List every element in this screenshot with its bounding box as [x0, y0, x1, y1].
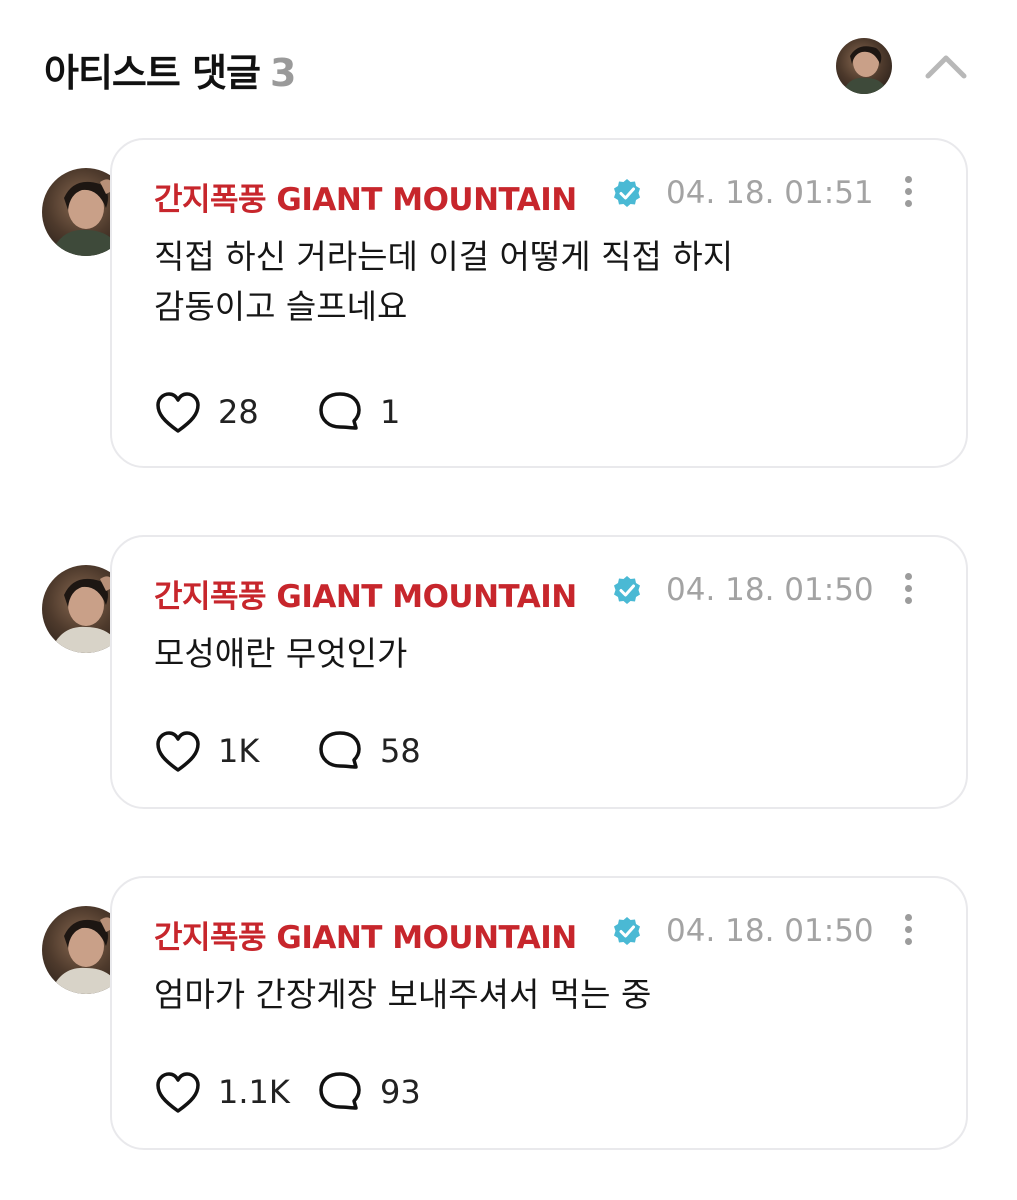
comment-text: 엄마가 간장게장 보내주셔서 먹는 중: [154, 975, 652, 1014]
speech-bubble-icon: [319, 731, 361, 769]
comment-item: 간지폭풍 GIANT MOUNTAIN 04. 18. 01:50 엄마가 간장…: [0, 876, 1017, 1150]
comment-item: 간지폭풍 GIANT MOUNTAIN 04. 18. 01:51 직접 하신 …: [0, 138, 1017, 468]
verified-badge-icon: [614, 179, 640, 207]
comment-bubble: 간지폭풍 GIANT MOUNTAIN 04. 18. 01:51 직접 하신 …: [110, 138, 968, 468]
comment-text: 직접 하신 거라는데 이걸 어떻게 직접 하지 감동이고 슬프네요: [154, 237, 734, 326]
chevron-up-icon: [925, 55, 967, 79]
artist-comments-header: 아티스트 댓글 3: [0, 0, 1017, 130]
comment-author[interactable]: 간지폭풍 GIANT MOUNTAIN: [154, 571, 577, 616]
comment-bubble: 간지폭풍 GIANT MOUNTAIN 04. 18. 01:50 모성애란 무…: [110, 535, 968, 809]
reply-count: 93: [380, 1073, 421, 1111]
section-title-label: 아티스트 댓글: [44, 51, 261, 95]
verified-badge-icon: [614, 917, 640, 945]
section-title: 아티스트 댓글 3: [44, 42, 296, 97]
verified-badge-icon: [614, 576, 640, 604]
reply-count: 1: [380, 393, 401, 431]
more-vertical-icon: [896, 573, 920, 604]
like-count: 1.1K: [218, 1073, 290, 1111]
comment-meta: 간지폭풍 GIANT MOUNTAIN 04. 18. 01:50: [154, 571, 926, 615]
like-count: 28: [218, 393, 259, 431]
more-options-button[interactable]: [896, 172, 920, 216]
comment-item: 간지폭풍 GIANT MOUNTAIN 04. 18. 01:50 모성애란 무…: [0, 535, 1017, 809]
more-vertical-icon: [896, 914, 920, 945]
comment-meta: 간지폭풍 GIANT MOUNTAIN 04. 18. 01:51: [154, 174, 926, 218]
comment-timestamp: 04. 18. 01:51: [666, 175, 874, 211]
more-options-button[interactable]: [896, 569, 920, 613]
comment-timestamp: 04. 18. 01:50: [666, 913, 874, 949]
artist-avatar[interactable]: [836, 38, 892, 94]
heart-icon: [156, 731, 200, 772]
comment-author[interactable]: 간지폭풍 GIANT MOUNTAIN: [154, 912, 577, 957]
like-count: 1K: [218, 732, 260, 770]
comment-count: 3: [270, 51, 296, 95]
collapse-button[interactable]: [920, 42, 972, 86]
speech-bubble-icon: [319, 392, 361, 430]
comment-author[interactable]: 간지폭풍 GIANT MOUNTAIN: [154, 174, 577, 219]
more-vertical-icon: [896, 176, 920, 207]
speech-bubble-icon: [319, 1072, 361, 1110]
comment-timestamp: 04. 18. 01:50: [666, 572, 874, 608]
comment-bubble: 간지폭풍 GIANT MOUNTAIN 04. 18. 01:50 엄마가 간장…: [110, 876, 968, 1150]
heart-icon: [156, 1072, 200, 1113]
heart-icon: [156, 392, 200, 433]
more-options-button[interactable]: [896, 910, 920, 954]
comment-meta: 간지폭풍 GIANT MOUNTAIN 04. 18. 01:50: [154, 912, 926, 956]
reply-count: 58: [380, 732, 421, 770]
comment-text: 모성애란 무엇인가: [154, 634, 408, 673]
